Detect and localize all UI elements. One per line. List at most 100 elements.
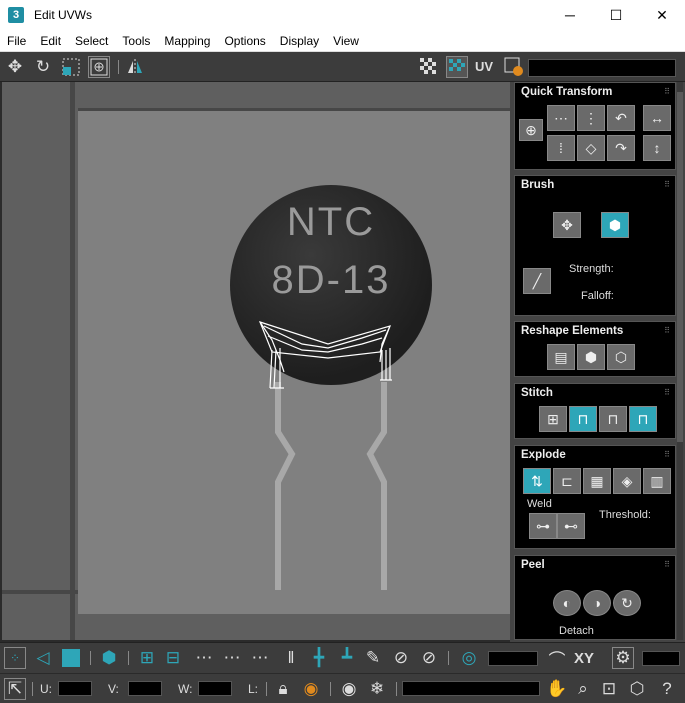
help-icon[interactable]: ?: [656, 678, 678, 700]
brush-falloff-icon[interactable]: ╱: [523, 268, 551, 294]
ring-shrink-icon[interactable]: ┻: [336, 647, 358, 669]
relax-icon[interactable]: ⬢: [577, 344, 605, 370]
grip-icon[interactable]: ⠿: [664, 326, 670, 335]
align-icon[interactable]: ⊕: [519, 119, 543, 141]
detach-edge-icon[interactable]: ⊏: [553, 468, 581, 494]
rotate-cw-icon[interactable]: ↷: [607, 135, 635, 161]
move-icon[interactable]: ✥: [4, 56, 26, 78]
panel-scrollbar[interactable]: [677, 82, 683, 640]
vertex-select-icon[interactable]: ⁘: [4, 647, 26, 669]
edge-distance-icon[interactable]: ⚙: [612, 647, 634, 669]
soft-selection-value[interactable]: [488, 651, 538, 666]
u-field[interactable]: [58, 681, 92, 696]
straighten-selection-icon[interactable]: ▤: [547, 344, 575, 370]
rotate-icon[interactable]: ↻: [32, 56, 54, 78]
grip-icon[interactable]: ⠿: [664, 180, 670, 189]
close-button[interactable]: ✕: [639, 0, 685, 30]
rotate-ccw-icon[interactable]: ↶: [607, 105, 635, 131]
lock-icon[interactable]: 🔒︎: [272, 678, 294, 700]
menu-tools[interactable]: Tools: [115, 34, 157, 48]
pelt-map-icon[interactable]: ↻: [613, 590, 641, 616]
stitch-to-target-icon[interactable]: ⊓: [629, 406, 657, 432]
zoom-region-icon[interactable]: ⊡: [598, 678, 620, 700]
align-column-icon[interactable]: ⁞: [547, 135, 575, 161]
reshape-title[interactable]: Reshape Elements: [521, 325, 623, 337]
peel-mode-icon[interactable]: ◑: [583, 590, 611, 616]
paint-move-icon[interactable]: ✥: [553, 212, 581, 238]
v-field[interactable]: [128, 681, 162, 696]
explode-title[interactable]: Explode: [521, 449, 566, 461]
brush-title[interactable]: Brush: [521, 179, 554, 191]
paint-select-icon[interactable]: ✎: [362, 647, 384, 669]
menu-select[interactable]: Select: [68, 34, 115, 48]
relax-brush-icon[interactable]: ⬢: [601, 212, 629, 238]
align-vertical-icon[interactable]: ⋮: [577, 105, 605, 131]
element-select-icon[interactable]: ⬢: [98, 647, 120, 669]
ring-select-icon[interactable]: ‖: [280, 647, 302, 669]
freeform-icon[interactable]: [88, 56, 110, 78]
edge-select-icon[interactable]: ◁: [32, 647, 54, 669]
loop-grow-icon[interactable]: ⋯: [220, 647, 244, 669]
explode-flatten-icon[interactable]: ▥: [643, 468, 671, 494]
checker-pattern-icon[interactable]: [446, 56, 468, 78]
scale-icon[interactable]: [60, 56, 82, 78]
stitch-title[interactable]: Stitch: [521, 387, 553, 399]
shrink-selection-icon[interactable]: ⊟: [162, 647, 184, 669]
soft-selection-icon[interactable]: ◎: [458, 647, 480, 669]
texture-dropdown[interactable]: [528, 59, 676, 77]
ring-grow-icon[interactable]: ╋: [308, 647, 330, 669]
uv-wireframe[interactable]: [2, 82, 510, 640]
paint-grow-icon[interactable]: ⊘: [390, 647, 412, 669]
xy-label[interactable]: XY: [574, 650, 594, 667]
paint-shrink-icon[interactable]: ⊘: [418, 647, 440, 669]
grip-icon[interactable]: ⠿: [664, 560, 670, 569]
align-horizontal-icon[interactable]: ⋯: [547, 105, 575, 131]
w-field[interactable]: [198, 681, 232, 696]
scrollbar-thumb[interactable]: [677, 92, 683, 442]
loop-select-icon[interactable]: ⋯: [192, 647, 216, 669]
break-icon[interactable]: ⇅: [523, 468, 551, 494]
weld-target-icon[interactable]: ⊷: [557, 513, 585, 539]
mirror-icon[interactable]: [124, 56, 146, 78]
menu-mapping[interactable]: Mapping: [157, 34, 217, 48]
quick-peel-icon[interactable]: ◐: [553, 590, 581, 616]
edge-distance-value[interactable]: [642, 651, 680, 666]
space-horizontal-icon[interactable]: ↔: [643, 105, 671, 131]
relax-settings-icon[interactable]: ⬡: [607, 344, 635, 370]
texture-settings-icon[interactable]: [503, 56, 525, 78]
grip-icon[interactable]: ⠿: [664, 87, 670, 96]
explode-grid-icon[interactable]: ▦: [583, 468, 611, 494]
grip-icon[interactable]: ⠿: [664, 450, 670, 459]
falloff-curve-icon[interactable]: ⌒: [546, 647, 568, 670]
weld-selected-icon[interactable]: ⊶: [529, 513, 557, 539]
grow-selection-icon[interactable]: ⊞: [136, 647, 158, 669]
selection-set-field[interactable]: [402, 681, 540, 696]
straighten-icon[interactable]: ◇: [577, 135, 605, 161]
checker-icon[interactable]: [418, 56, 440, 78]
zoom-icon[interactable]: ⌕: [572, 678, 594, 700]
uv-viewport[interactable]: NTC 8D-13: [2, 82, 510, 640]
quick-transform-title[interactable]: Quick Transform: [521, 86, 612, 98]
maximize-button[interactable]: ☐: [593, 0, 639, 30]
peel-title[interactable]: Peel: [521, 559, 545, 571]
menu-options[interactable]: Options: [217, 34, 272, 48]
menu-edit[interactable]: Edit: [33, 34, 68, 48]
stitch-custom-icon[interactable]: ⊞: [539, 406, 567, 432]
loop-shrink-icon[interactable]: ⋯: [248, 647, 272, 669]
absolute-mode-icon[interactable]: ⇱: [4, 678, 26, 700]
menu-view[interactable]: View: [326, 34, 366, 48]
hide-icon[interactable]: ◉: [300, 678, 322, 700]
show-icon[interactable]: ◉: [338, 678, 360, 700]
freeze-icon[interactable]: ❄: [366, 678, 388, 700]
explode-checker-icon[interactable]: ◈: [613, 468, 641, 494]
menu-display[interactable]: Display: [273, 34, 326, 48]
uv-label[interactable]: UV: [475, 59, 493, 74]
minimize-button[interactable]: ─: [547, 0, 593, 30]
grip-icon[interactable]: ⠿: [664, 388, 670, 397]
polygon-select-icon[interactable]: [60, 647, 82, 669]
space-vertical-icon[interactable]: ↕: [643, 135, 671, 161]
stitch-average-icon[interactable]: ⊓: [599, 406, 627, 432]
zoom-extents-icon[interactable]: ⬡: [626, 678, 648, 700]
menu-file[interactable]: File: [0, 34, 33, 48]
pan-icon[interactable]: ✋: [546, 678, 568, 700]
